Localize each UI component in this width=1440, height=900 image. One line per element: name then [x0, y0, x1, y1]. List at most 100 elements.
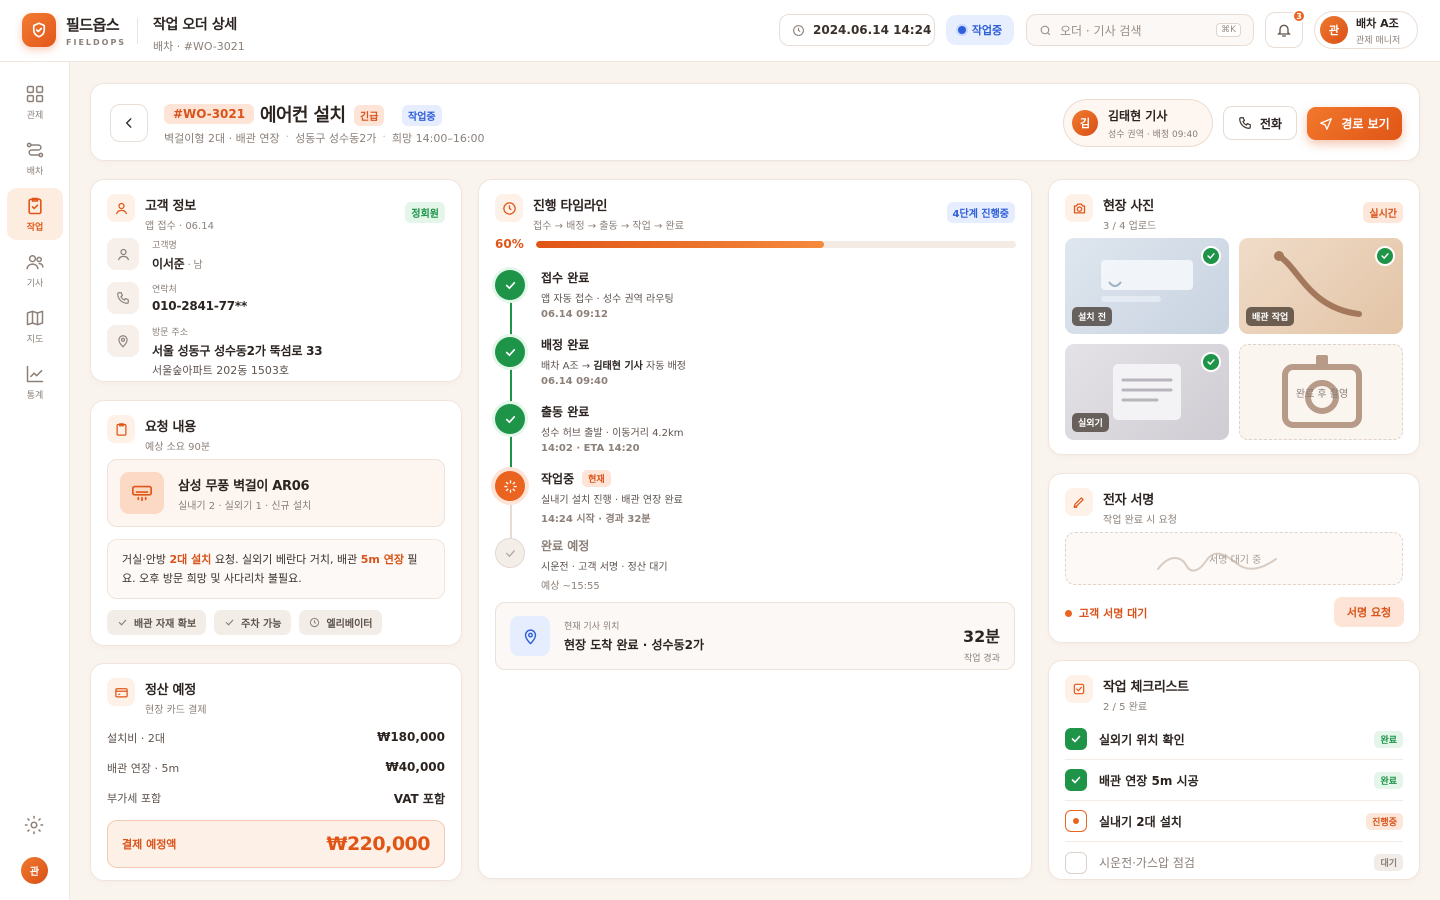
notification-button[interactable]: 3 — [1265, 9, 1306, 48]
user-role: 관제 매니저 — [1356, 35, 1401, 46]
sidebar-item-label: 기사 — [26, 278, 44, 289]
checklist-item[interactable]: 실내기 2대 설치 진행중 — [1065, 801, 1403, 842]
checklist-icon — [1065, 675, 1093, 703]
customer-card: 고객 정보 앱 접수 · 06.14 정회원 고객명 이서준 · 남 연락처 010-… — [90, 179, 462, 382]
page-heading: 작업 오더 상세 배차 · #WO-3021 — [153, 14, 245, 54]
check-icon — [117, 617, 128, 628]
photo-thumbnail[interactable]: 설치 전 — [1065, 238, 1229, 334]
field-label: 연락처 — [152, 285, 177, 295]
status-badge: 작업중 — [946, 15, 1014, 45]
phone-icon — [1238, 116, 1252, 130]
search-input[interactable]: 오더 · 기사 검색 ⌘K — [1026, 14, 1254, 46]
card-subtitle: 3 / 4 업로드 — [1103, 221, 1157, 232]
customer-phone[interactable]: 010-2841-77** — [152, 299, 247, 313]
job-title: 에어컨 설치 — [260, 105, 346, 126]
search-placeholder: 오더 · 기사 검색 — [1060, 23, 1142, 38]
call-label: 전화 — [1259, 116, 1283, 131]
job-meta-item: 성동구 성수동2가 — [295, 132, 377, 145]
customer-name: 이서준 — [152, 257, 185, 271]
phone-icon — [107, 282, 139, 314]
sidebar-item-dispatch[interactable]: 배차 — [7, 132, 63, 184]
sidebar: 관제 배차 작업 기사 지도 통계 관 — [0, 62, 70, 900]
card-subtitle: 예상 소요 90분 — [145, 442, 211, 453]
logo-shield-icon[interactable] — [22, 13, 56, 47]
search-icon — [1039, 24, 1052, 37]
request-note: 거실·안방 2대 설치 요청. 실외기 베란다 거치, 배관 5m 연장 필요.… — [107, 539, 445, 599]
checkbox-checked-icon[interactable] — [1065, 728, 1087, 750]
call-button[interactable]: 전화 — [1223, 106, 1297, 140]
member-badge: 정회원 — [405, 202, 445, 223]
sidebar-item-label: 지도 — [26, 334, 44, 345]
sidebar-item-control[interactable]: 관제 — [7, 76, 63, 128]
user-menu[interactable]: 관 배차 A조 관제 매니저 — [1314, 11, 1418, 49]
technician-name: 김태현 기사 — [1108, 108, 1168, 123]
progress-label: 60% — [495, 237, 524, 251]
card-subtitle: 현장 카드 결제 — [145, 705, 207, 716]
signature-pad[interactable]: 서명 대기 중 — [1065, 532, 1403, 585]
stage-badge: 4단계 진행중 — [946, 202, 1015, 223]
technician-location[interactable]: 현재 기사 위치 현장 도착 완료 · 성수동2가 32분 작업 경과 — [495, 602, 1015, 670]
job-meta-item: 벽걸이형 2대 · 배관 연장 — [164, 132, 280, 145]
job-header-card: #WO-3021 에어컨 설치 긴급 작업중 벽걸이형 2대 · 배관 연장 · … — [90, 83, 1420, 161]
sidebar-avatar[interactable]: 관 — [21, 857, 48, 884]
timeline-card: 진행 타임라인접수 → 배정 → 출동 → 작업 → 완료 4단계 진행중 60… — [478, 179, 1032, 879]
card-title: 정산 예정 — [145, 683, 196, 698]
back-button[interactable] — [110, 104, 148, 142]
timeline-connector — [510, 501, 512, 543]
check-icon — [224, 617, 235, 628]
checklist-item[interactable]: 실외기 위치 확인 완료 — [1065, 719, 1403, 760]
photo-thumbnail[interactable]: 배관 작업 — [1239, 238, 1403, 334]
settings-gear-icon[interactable] — [23, 814, 45, 836]
request-signature-button[interactable]: 서명 요청 — [1334, 597, 1404, 627]
spinner-icon — [495, 471, 525, 501]
card-title: 진행 타임라인 — [533, 199, 608, 214]
notification-count-badge: 3 — [1292, 9, 1306, 23]
tag-chip: 주차 가능 — [214, 610, 292, 635]
field-label: 방문 주소 — [152, 328, 188, 338]
photo-label: 설치 전 — [1072, 307, 1112, 326]
payment-row: 부가세 포함 VAT 포함 — [107, 792, 445, 806]
sidebar-item-technicians[interactable]: 기사 — [7, 244, 63, 296]
breadcrumb[interactable]: 배차 · #WO-3021 — [153, 38, 245, 54]
request-card: 요청 내용 예상 소요 90분 삼성 무풍 벽걸이 AR06 실내기 2 · 실외기… — [90, 400, 462, 646]
job-id-badge: #WO-3021 — [164, 104, 255, 124]
product-name: 삼성 무풍 벽걸이 AR06 — [178, 478, 310, 494]
photo-upload-slot[interactable]: 완료 후 촬영 — [1239, 344, 1403, 440]
field-label: 고객명 — [152, 241, 177, 251]
brand: 필드옵스 FIELDOPS — [66, 14, 126, 47]
pen-icon — [1065, 488, 1093, 516]
photo-thumbnail[interactable]: 실외기 — [1065, 344, 1229, 440]
customer-address: 서울 성동구 성수동2가 뚝섬로 33 — [152, 344, 323, 358]
sidebar-item-stats[interactable]: 통계 — [7, 356, 63, 408]
job-meta: 벽걸이형 2대 · 배관 연장 · 성동구 성수동2가 · 희망 14:00–16:… — [164, 130, 485, 145]
map-icon — [25, 308, 45, 328]
assigned-technician[interactable]: 김 김태현 기사 성수 권역 · 배정 09:40 — [1063, 99, 1213, 147]
checklist-item[interactable]: 시운전·가스압 점검 대기 — [1065, 842, 1403, 883]
checkbox-empty-icon[interactable] — [1065, 851, 1087, 874]
avatar: 관 — [1320, 16, 1348, 44]
customer-address-row: 방문 주소 서울 성동구 성수동2가 뚝섬로 33 서울숲아파트 202동 1503… — [107, 325, 323, 378]
status-dot-icon — [1065, 609, 1072, 617]
job-meta-item: 희망 14:00–16:00 — [391, 132, 485, 145]
bell-icon — [1276, 22, 1292, 38]
view-route-button[interactable]: 경로 보기 — [1307, 107, 1402, 140]
check-circle-icon — [495, 404, 525, 434]
payment-row: 설치비 · 2대 ₩180,000 — [107, 730, 445, 745]
checkbox-in-progress-icon[interactable] — [1065, 810, 1087, 832]
air-conditioner-icon — [120, 472, 164, 514]
sidebar-item-jobs[interactable]: 작업 — [7, 188, 63, 240]
item-status: 완료 — [1374, 730, 1403, 748]
navigation-icon — [1319, 117, 1333, 131]
technician-sub: 성수 권역 · 배정 09:40 — [1108, 129, 1198, 140]
item-status: 진행중 — [1366, 812, 1403, 830]
signature-status: 고객 서명 대기 — [1065, 605, 1147, 621]
brand-sub: FIELDOPS — [66, 38, 127, 47]
customer-phone-row: 연락처 010-2841-77** — [107, 282, 247, 314]
page-title: 작업 오더 상세 — [153, 17, 237, 33]
card-subtitle: 접수 → 배정 → 출동 → 작업 → 완료 — [533, 221, 684, 232]
chevron-left-icon — [122, 116, 136, 130]
card-title: 작업 체크리스트 — [1103, 680, 1189, 695]
sidebar-item-map[interactable]: 지도 — [7, 300, 63, 352]
checklist-item[interactable]: 배관 연장 5m 시공 완료 — [1065, 760, 1403, 801]
checkbox-checked-icon[interactable] — [1065, 769, 1087, 791]
